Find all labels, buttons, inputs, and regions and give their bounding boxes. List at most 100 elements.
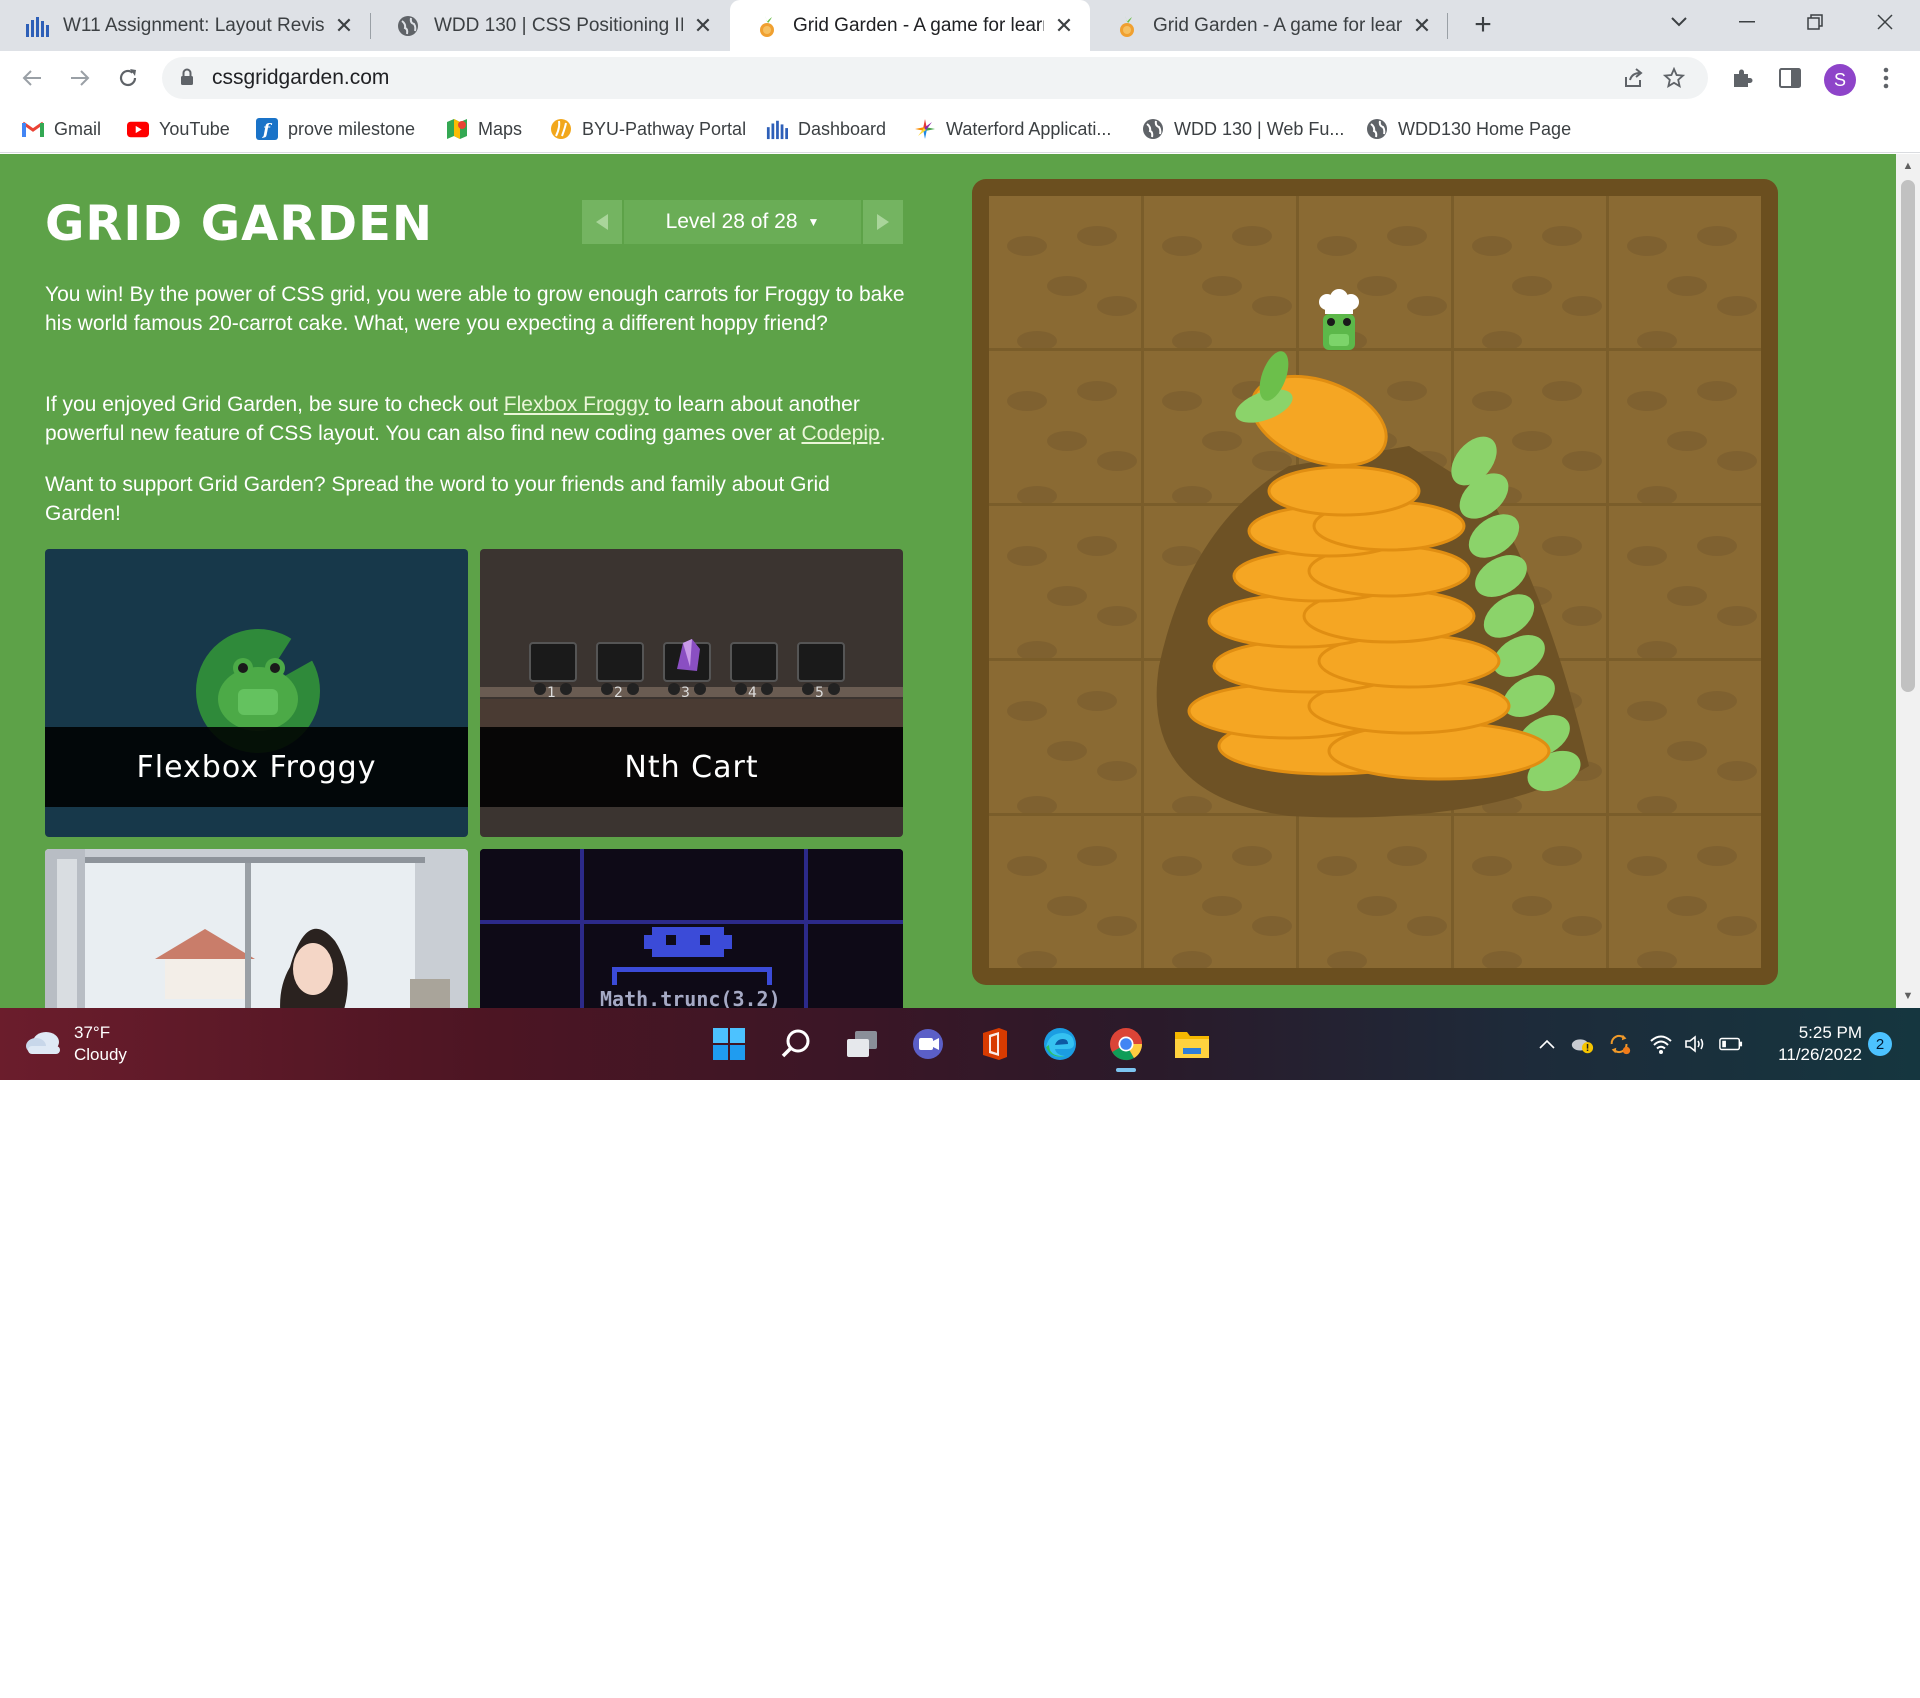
bookmark-gmail[interactable]: Gmail: [22, 114, 101, 144]
text: If you enjoyed Grid Garden, be sure to c…: [45, 393, 504, 416]
soil-cell: [1144, 661, 1296, 813]
share-icon[interactable]: [1622, 66, 1646, 90]
url-text[interactable]: cssgridgarden.com: [212, 66, 389, 90]
soil-cell: [1609, 661, 1761, 813]
bookmark-label: WDD130 Home Page: [1398, 118, 1572, 139]
codepip-link[interactable]: Codepip: [801, 422, 879, 445]
onedrive-warning-icon[interactable]: [1570, 1032, 1594, 1056]
system-clock[interactable]: 5:25 PM 11/26/2022: [1758, 1022, 1862, 1066]
start-icon[interactable]: [709, 1024, 749, 1064]
back-button[interactable]: [14, 60, 50, 96]
level-selector[interactable]: Level 28 of 28 ▼: [624, 200, 861, 244]
previous-level-button[interactable]: [582, 200, 622, 244]
wifi-icon[interactable]: [1649, 1032, 1673, 1056]
page-scrollbar[interactable]: ▲ ▼: [1896, 154, 1920, 1008]
close-tab-icon[interactable]: ✕: [1410, 13, 1434, 38]
sync-icon[interactable]: [1608, 1032, 1632, 1056]
tab-wdd130-positioning[interactable]: WDD 130 | CSS Positioning II Act ✕: [371, 0, 729, 51]
soil-cell: [1144, 351, 1296, 503]
close-window-button[interactable]: [1852, 0, 1918, 44]
tab-search-button[interactable]: [1646, 0, 1712, 44]
cart-number: 3: [681, 685, 690, 701]
teams-icon[interactable]: [908, 1024, 948, 1064]
edge-icon[interactable]: [1040, 1024, 1080, 1064]
clock-time: 5:25 PM: [1798, 1023, 1862, 1042]
support-message: Want to support Grid Garden? Spread the …: [45, 473, 830, 525]
close-tab-icon[interactable]: ✕: [1052, 13, 1076, 38]
soil-cell: [989, 816, 1141, 968]
bookmark-waterford[interactable]: Waterford Applicati...: [914, 114, 1111, 144]
soil-cell: [1454, 196, 1606, 348]
reload-button[interactable]: [110, 60, 146, 96]
task-view-icon[interactable]: [842, 1024, 882, 1064]
bookmark-wdd130-web-fu[interactable]: WDD 130 | Web Fu...: [1142, 114, 1344, 144]
bookmark-youtube[interactable]: YouTube: [127, 114, 230, 144]
flexbox-froggy-card[interactable]: Flexbox Froggy: [45, 549, 468, 837]
soil-cell: [1454, 661, 1606, 813]
code-text: Math.trunc(3.2): [600, 987, 781, 1008]
menu-kebab-icon[interactable]: [1872, 64, 1900, 92]
bookmark-prove-milestone[interactable]: f prove milestone: [256, 114, 415, 144]
flexbox-froggy-link[interactable]: Flexbox Froggy: [504, 393, 649, 416]
chrome-icon[interactable]: [1106, 1024, 1146, 1072]
scroll-down-arrow-icon[interactable]: ▼: [1902, 990, 1914, 1002]
bookmark-star-icon[interactable]: [1662, 66, 1686, 90]
game-card-room[interactable]: [45, 849, 468, 1008]
soil-cell: [1144, 816, 1296, 968]
volume-icon[interactable]: [1684, 1032, 1708, 1056]
soil-cell: [1144, 196, 1296, 348]
bookmark-dashboard[interactable]: Dashboard: [766, 114, 886, 144]
browser-toolbar: cssgridgarden.com S: [0, 51, 1920, 105]
bookmark-wdd130-home[interactable]: WDD130 Home Page: [1366, 114, 1571, 144]
garden-board: [972, 179, 1778, 985]
extensions-icon[interactable]: [1728, 64, 1756, 92]
weather-widget[interactable]: 37°F Cloudy: [24, 1022, 127, 1066]
side-panel-icon[interactable]: [1776, 64, 1804, 92]
carrot-icon: [755, 14, 779, 38]
nth-cart-card[interactable]: 1 2 3 4 5 Nth Cart: [480, 549, 903, 837]
bookmark-label: YouTube: [159, 118, 230, 139]
tab-separator: [1447, 13, 1448, 39]
tab-grid-garden-active[interactable]: Grid Garden - A game for learnin ✕: [730, 0, 1090, 51]
card-title-band: Flexbox Froggy: [45, 727, 468, 807]
battery-icon[interactable]: [1719, 1032, 1743, 1056]
globe-icon: [1142, 118, 1164, 140]
address-bar[interactable]: cssgridgarden.com: [162, 57, 1708, 99]
bookmark-byu-pathway[interactable]: BYU-Pathway Portal: [550, 114, 746, 144]
soil-cell: [1299, 196, 1451, 348]
game-card-math[interactable]: Math.trunc(3.2): [480, 849, 903, 1008]
bookmark-label: Maps: [478, 118, 523, 139]
lock-icon[interactable]: [180, 68, 194, 91]
minimize-button[interactable]: [1714, 0, 1780, 44]
bookmark-label: prove milestone: [288, 118, 416, 139]
cloud-icon: [24, 1028, 64, 1061]
soil-cell: [989, 196, 1141, 348]
tab-w11-assignment[interactable]: W11 Assignment: Layout Revisite ✕: [0, 0, 370, 51]
chevron-up-icon[interactable]: [1535, 1032, 1559, 1056]
card-title-band: Nth Cart: [480, 727, 903, 807]
scroll-up-arrow-icon[interactable]: ▲: [1902, 160, 1914, 172]
notification-badge[interactable]: 2: [1868, 1032, 1892, 1056]
caret-down-icon: ▼: [807, 215, 820, 229]
close-tab-icon[interactable]: ✕: [332, 13, 356, 38]
close-tab-icon[interactable]: ✕: [691, 13, 715, 38]
f-icon: f: [256, 118, 278, 140]
next-level-button[interactable]: [863, 200, 903, 244]
weather-temp: 37°F: [74, 1023, 111, 1042]
soil-cell: [989, 351, 1141, 503]
forward-button[interactable]: [62, 60, 98, 96]
bookmark-maps[interactable]: Maps: [446, 114, 522, 144]
search-icon[interactable]: [776, 1024, 816, 1064]
canvas-bars-icon: [25, 14, 49, 38]
profile-avatar[interactable]: S: [1824, 64, 1856, 96]
waterford-icon: [914, 118, 936, 140]
scrollbar-thumb[interactable]: [1901, 180, 1915, 692]
restore-button[interactable]: [1782, 0, 1848, 44]
soil-cell: [1609, 196, 1761, 348]
new-tab-button[interactable]: +: [1466, 8, 1500, 42]
cart-number: 4: [748, 685, 757, 701]
pathway-icon: [550, 118, 572, 140]
file-explorer-icon[interactable]: [1172, 1024, 1212, 1064]
tab-grid-garden[interactable]: Grid Garden - A game for learnin ✕: [1090, 0, 1448, 51]
office-icon[interactable]: [974, 1024, 1014, 1064]
